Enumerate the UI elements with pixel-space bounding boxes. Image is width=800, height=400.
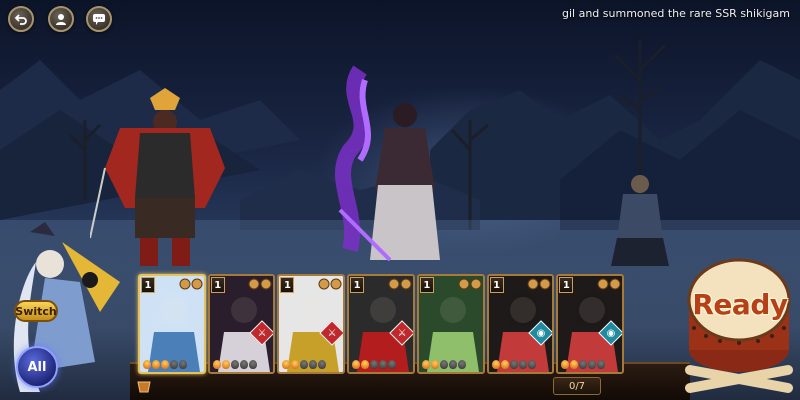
swordsman-character[interactable] [320, 60, 470, 270]
onibi-orbs [212, 360, 257, 370]
onibi-orb-icon [309, 360, 318, 369]
selection-counter: 0/7 [553, 377, 601, 395]
chat-button[interactable] [86, 6, 112, 32]
flower-crest-icon [527, 278, 551, 290]
onibi-orb-icon [439, 360, 448, 369]
onibi-orb-icon [239, 360, 248, 369]
flower-crest-icon [248, 278, 272, 290]
card-cost: 1 [559, 277, 574, 293]
shikigami-card[interactable]: 1 ◉ [486, 274, 555, 374]
onibi-orb-icon [597, 360, 606, 369]
card-cost: 1 [419, 277, 434, 293]
onibi-orb-icon [143, 360, 151, 369]
onibi-orb-icon [379, 360, 388, 369]
onibi-orbs [282, 360, 327, 370]
card-cost: 1 [141, 277, 155, 293]
onibi-orb-icon [282, 360, 291, 369]
onibi-orb-icon [388, 360, 397, 369]
switch-button[interactable]: Switch [14, 300, 58, 322]
flower-crest-icon [597, 278, 621, 290]
onibi-orb-icon [588, 360, 597, 369]
onibi-orb-icon [509, 360, 518, 369]
ready-drum[interactable] [680, 258, 798, 398]
enemy-character[interactable] [605, 170, 675, 270]
onibi-orb-icon [212, 360, 221, 369]
ready-button-label[interactable]: Ready [690, 288, 790, 321]
flower-crest-icon [318, 278, 342, 290]
onibi-orb-icon [161, 360, 169, 369]
shikigami-card[interactable]: 1 ⚔ [207, 274, 276, 374]
onibi-orb-icon [430, 360, 439, 369]
back-arrow-icon [14, 14, 27, 25]
shikigami-card[interactable]: 1 ◉ [556, 274, 625, 374]
onibi-orb-icon [352, 360, 361, 369]
all-button[interactable]: All [16, 346, 58, 388]
card-cost: 1 [280, 277, 295, 293]
onibi-orb-icon [318, 360, 327, 369]
onibi-orb-icon [491, 360, 500, 369]
onibi-orb-icon [518, 360, 527, 369]
onibi-orbs [491, 360, 536, 370]
onibi-orb-icon [248, 360, 257, 369]
back-button[interactable] [8, 6, 34, 32]
cup-icon [137, 381, 151, 393]
onibi-orb-icon [291, 360, 300, 369]
shikigami-card[interactable]: 1 ⚔ [277, 274, 346, 374]
chat-icon [93, 14, 105, 25]
flower-crest-icon [179, 278, 203, 290]
onibi-orb-icon [370, 360, 379, 369]
onibi-orb-icon [561, 360, 570, 369]
onibi-orbs [143, 360, 187, 370]
onibi-orb-icon [221, 360, 230, 369]
onibi-orb-icon [570, 360, 579, 369]
onibi-orb-icon [361, 360, 370, 369]
shikigami-card[interactable]: 1 [138, 274, 206, 374]
card-cost: 1 [489, 277, 504, 293]
shikigami-card[interactable]: 1 [416, 274, 485, 374]
onibi-orb-icon [421, 360, 430, 369]
profile-button[interactable] [48, 6, 74, 32]
onibi-orb-icon [579, 360, 588, 369]
onibi-orb-icon [500, 360, 509, 369]
onibi-orb-icon [448, 360, 457, 369]
card-cost: 1 [350, 277, 365, 293]
onibi-orb-icon [179, 360, 187, 369]
onibi-orb-icon [230, 360, 239, 369]
onibi-orbs [421, 360, 466, 370]
onibi-orbs [352, 360, 397, 370]
onibi-orbs [561, 360, 606, 370]
card-cost: 1 [210, 277, 225, 293]
onibi-orb-icon [457, 360, 466, 369]
shikigami-card-row: 1 1 ⚔ 1 ⚔ 1 ⚔ 1 1 ◉ 1 ◉ [138, 274, 625, 376]
profile-icon [56, 14, 66, 25]
shikigami-card[interactable]: 1 ⚔ [347, 274, 415, 374]
flower-crest-icon [388, 278, 412, 290]
onibi-orb-icon [152, 360, 160, 369]
onibi-orb-icon [170, 360, 178, 369]
flower-crest-icon [458, 278, 482, 290]
announcement-ticker: gil and summoned the rare SSR shikigam [562, 7, 790, 20]
onibi-orb-icon [300, 360, 309, 369]
onibi-orb-icon [527, 360, 536, 369]
